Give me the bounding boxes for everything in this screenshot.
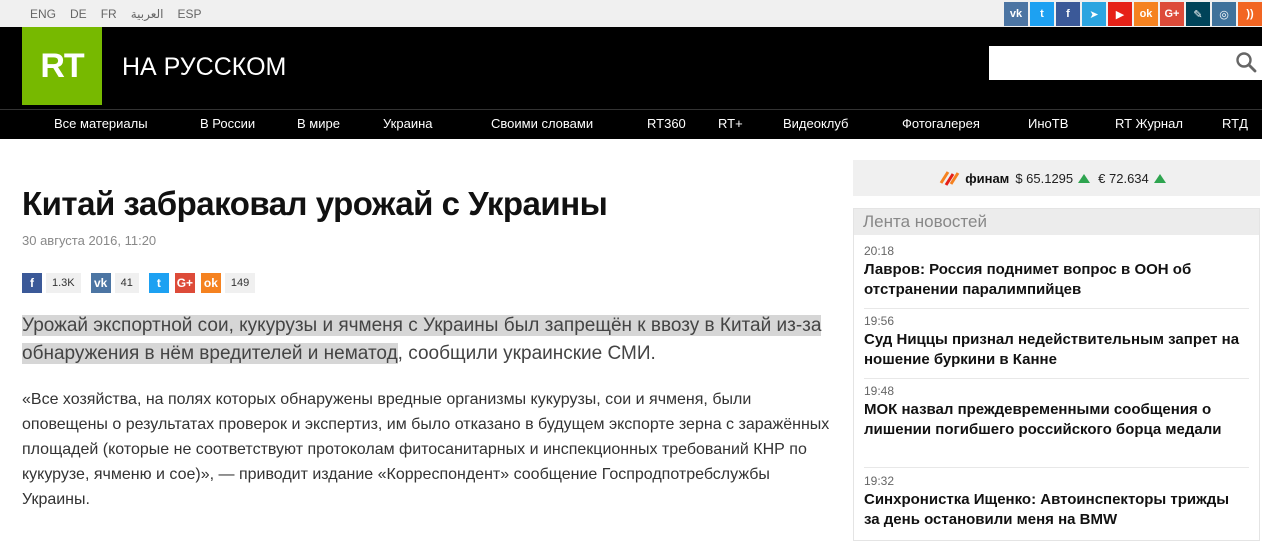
nav-ukraine[interactable]: Украина — [383, 116, 433, 131]
telegram-icon[interactable]: ➤ — [1082, 2, 1106, 26]
lead-text: , сообщили украинские СМИ. — [397, 343, 656, 364]
nav-inotv[interactable]: ИноТВ — [1028, 116, 1068, 131]
eur-up-arrow-icon — [1153, 173, 1166, 183]
youtube-icon[interactable]: ▶ — [1108, 2, 1132, 26]
twitter-icon[interactable]: t — [1030, 2, 1054, 26]
instagram-icon[interactable]: ◎ — [1212, 2, 1236, 26]
livejournal-icon[interactable]: ✎ — [1186, 2, 1210, 26]
divider — [864, 378, 1249, 379]
nav-russia[interactable]: В России — [200, 116, 255, 131]
lang-fr[interactable]: FR — [101, 7, 117, 21]
lang-de[interactable]: DE — [70, 7, 87, 21]
share-count: 1.3K — [46, 273, 81, 293]
finam-brand: финам — [965, 170, 1010, 186]
usd-rate: $ 65.1295 — [1015, 170, 1074, 186]
site-name[interactable]: НА РУССКОМ — [122, 53, 286, 82]
site-header: RT НА РУССКОМ — [0, 27, 1262, 109]
news-time: 19:56 — [864, 314, 895, 328]
news-time: 20:18 — [864, 244, 895, 258]
nav-world[interactable]: В мире — [297, 116, 340, 131]
news-title[interactable]: Лавров: Россия поднимет вопрос в ООН об … — [864, 260, 1244, 300]
odnoklassniki-icon[interactable]: ok — [1134, 2, 1158, 26]
rt-logo[interactable]: RT — [22, 27, 102, 105]
share-count: 149 — [224, 273, 256, 293]
news-title[interactable]: МОК назвал преждевременными сообщения о … — [864, 400, 1244, 440]
lang-eng[interactable]: ENG — [30, 7, 56, 21]
search-icon[interactable] — [1234, 50, 1258, 74]
main-nav: Все материалы В России В мире Украина Св… — [0, 109, 1262, 139]
language-list: ENG DE FR العربية ESP — [30, 0, 216, 27]
social-links: vk t f ➤ ▶ ok G+ ✎ ◎)) — [1002, 2, 1262, 26]
nav-photogallery[interactable]: Фотогалерея — [902, 116, 980, 131]
news-feed: Лента новостей 20:18 Лавров: Россия подн… — [853, 208, 1260, 541]
article-lead: Урожай экспортной сои, кукурузы и ячменя… — [22, 312, 822, 368]
news-time: 19:32 — [864, 474, 895, 488]
lang-esp[interactable]: ESP — [177, 7, 201, 21]
nav-rtd[interactable]: RTД — [1222, 116, 1248, 131]
vk-icon[interactable]: vk — [90, 273, 111, 293]
twitter-icon[interactable]: t — [148, 273, 169, 293]
nav-all-materials[interactable]: Все материалы — [54, 116, 148, 131]
list-item[interactable]: 20:18 Лавров: Россия поднимет вопрос в О… — [864, 244, 1244, 300]
news-time: 19:48 — [864, 384, 895, 398]
currency-rates[interactable]: финам $ 65.1295 € 72.634 — [853, 160, 1260, 196]
news-title[interactable]: Суд Ниццы признал недействительным запре… — [864, 330, 1244, 370]
vk-icon[interactable]: vk — [1004, 2, 1028, 26]
nav-videoclub[interactable]: Видеоклуб — [783, 116, 849, 131]
odnoklassniki-icon[interactable]: ok — [200, 273, 221, 293]
divider — [864, 467, 1249, 468]
share-count: 41 — [114, 273, 139, 293]
list-item[interactable]: 19:32 Синхронистка Ищенко: Автоинспектор… — [864, 474, 1244, 530]
rss-icon[interactable]: )) — [1238, 2, 1262, 26]
language-bar: ENG DE FR العربية ESP vk t f ➤ ▶ ok G+ ✎ ◎)) — [0, 0, 1262, 27]
google-plus-icon[interactable]: G+ — [174, 273, 195, 293]
news-title[interactable]: Синхронистка Ищенко: Автоинспекторы триж… — [864, 490, 1244, 530]
nav-rt-plus[interactable]: RT+ — [718, 116, 743, 131]
article-title: Китай забраковал урожай с Украины — [22, 185, 608, 222]
list-item[interactable]: 19:56 Суд Ниццы признал недействительным… — [864, 314, 1244, 370]
google-plus-icon[interactable]: G+ — [1160, 2, 1184, 26]
lang-ar[interactable]: العربية — [131, 7, 164, 21]
share-buttons: f 1.3K vk 41 t G+ ok 149 — [22, 273, 265, 293]
eur-rate: € 72.634 — [1098, 170, 1149, 186]
usd-up-arrow-icon — [1078, 173, 1091, 183]
divider — [864, 308, 1249, 309]
article-body: «Все хозяйства, на полях которых обнаруж… — [22, 391, 830, 508]
facebook-icon[interactable]: f — [22, 273, 42, 293]
news-feed-title: Лента новостей — [854, 209, 1259, 235]
facebook-icon[interactable]: f — [1056, 2, 1080, 26]
nav-rt-journal[interactable]: RT Журнал — [1115, 116, 1183, 131]
list-item[interactable]: 19:48 МОК назвал преждевременными сообще… — [864, 384, 1244, 440]
nav-own-words[interactable]: Своими словами — [491, 116, 593, 131]
nav-rt360[interactable]: RT360 — [647, 116, 686, 131]
search-input[interactable] — [989, 46, 1262, 80]
rt-logo-text: RT — [40, 46, 84, 85]
finam-logo-icon — [939, 169, 961, 187]
article-date: 30 августа 2016, 11:20 — [22, 233, 157, 248]
